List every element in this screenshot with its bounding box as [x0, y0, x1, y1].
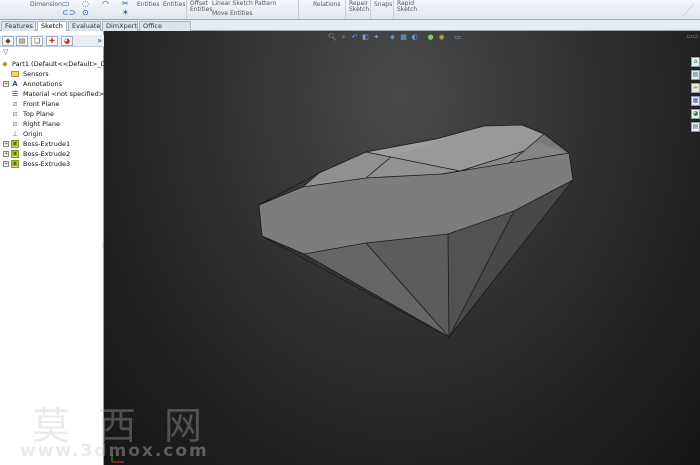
tree-item-origin[interactable]: ⊥ Origin [0, 129, 104, 139]
tree-item-label: Annotations [23, 80, 63, 88]
polygon-icon[interactable]: ⊙ [82, 9, 89, 17]
ribbon-corner-logo-icon: ⟋ [682, 1, 694, 20]
panel-toolbar: ◆ ▤ ❏ ✚ ◕ » [0, 35, 104, 47]
displaymanager-tab-icon[interactable]: ◕ [61, 36, 73, 46]
tree-root-part[interactable]: ◆ Part1 (Default<<Default>_Disp [0, 59, 104, 69]
dimxpertmanager-tab-icon[interactable]: ✚ [46, 36, 58, 46]
watermark-url: www.3dmox.com [20, 441, 209, 461]
configurationmanager-tab-icon[interactable]: ❏ [31, 36, 43, 46]
plane-icon: ⧄ [12, 110, 18, 118]
tree-item-boss-extrude2[interactable]: + ▣ Boss-Extrude2 [0, 149, 104, 159]
boss-extrude-icon: ▣ [11, 160, 19, 168]
sensors-folder-icon [11, 71, 19, 77]
slot-icon[interactable]: ⊂⊃ [62, 9, 75, 17]
rapid-sketch-label-2[interactable]: Sketch [397, 6, 417, 13]
tree-item-label: Top Plane [23, 110, 54, 118]
tree-item-annotations[interactable]: + A Annotations [0, 79, 104, 89]
ribbon-separator [345, 0, 346, 19]
featuremanager-tab-icon[interactable]: ◆ [2, 36, 14, 46]
command-manager-ribbon: ▭ ◌ ◠ ✂ Dimension ⊂⊃ ⊙ ✶ Entities Entiti… [0, 0, 700, 20]
linear-sketch-pattern-button[interactable]: Linear Sketch Pattern [212, 0, 276, 7]
solidworks-window: ▭ ◌ ◠ ✂ Dimension ⊂⊃ ⊙ ✶ Entities Entiti… [0, 0, 700, 465]
quick-snaps-button[interactable]: Snaps [374, 1, 392, 8]
tree-item-label: Right Plane [23, 120, 61, 128]
tree-item-label: Sensors [23, 70, 49, 78]
plane-icon: ⧄ [12, 120, 18, 128]
tree-item-label: Front Plane [23, 100, 60, 108]
feature-tree: ◆ Part1 (Default<<Default>_Disp Sensors … [0, 59, 104, 169]
tree-filter-row: ▽ [0, 49, 104, 57]
offset-entities-label-2[interactable]: Entities [190, 6, 212, 13]
expand-toggle-icon[interactable]: + [3, 151, 9, 157]
part-icon: ◆ [2, 60, 8, 68]
tree-item-label: Boss-Extrude3 [23, 160, 71, 168]
circle-tool-icon[interactable]: ◌ [82, 0, 89, 8]
expand-toggle-icon[interactable]: + [3, 161, 9, 167]
tree-item-front-plane[interactable]: ⧄ Front Plane [0, 99, 104, 109]
trim-tool-icon[interactable]: ✂ [122, 0, 129, 8]
expand-toggle-icon[interactable]: + [3, 141, 9, 147]
expand-toggle-icon[interactable]: + [3, 81, 9, 87]
tab-office-products[interactable]: Office Products [139, 21, 191, 39]
panel-expand-icon[interactable]: » [97, 36, 102, 45]
tree-item-label: Origin [23, 130, 43, 138]
filter-icon[interactable]: ▽ [3, 49, 8, 56]
boss-extrude-icon: ▣ [11, 150, 19, 158]
command-manager-tabs: Features Sketch Evaluate DimXpert Office… [0, 20, 700, 39]
tree-item-boss-extrude1[interactable]: + ▣ Boss-Extrude1 [0, 139, 104, 149]
tab-evaluate[interactable]: Evaluate [68, 21, 101, 31]
tab-features[interactable]: Features [1, 21, 36, 31]
boss-extrude-icon: ▣ [11, 140, 19, 148]
trim-entities-button[interactable]: Entities [163, 1, 185, 8]
origin-icon: ⊥ [11, 130, 19, 138]
tab-dimxpert[interactable]: DimXpert [102, 21, 138, 31]
convert-entities-button[interactable]: Entities [137, 1, 159, 8]
move-entities-button[interactable]: Move Entities [212, 10, 252, 17]
tree-root-label: Part1 (Default<<Default>_Disp [12, 60, 104, 68]
display-relations-button[interactable]: Relations [313, 1, 341, 8]
material-icon: ☰ [11, 90, 19, 98]
point-icon[interactable]: ✶ [122, 9, 129, 17]
ribbon-separator [186, 0, 187, 19]
tab-sketch[interactable]: Sketch [37, 21, 67, 31]
tree-item-material[interactable]: ☰ Material <not specified> [0, 89, 104, 99]
tree-item-right-plane[interactable]: ⧄ Right Plane [0, 119, 104, 129]
annotations-icon: A [12, 80, 18, 88]
ribbon-separator [393, 0, 394, 19]
tree-item-label: Material <not specified> [23, 90, 104, 98]
smart-dimension-button[interactable]: Dimension [30, 1, 62, 8]
tree-item-sensors[interactable]: Sensors [0, 69, 104, 79]
tree-item-top-plane[interactable]: ⧄ Top Plane [0, 109, 104, 119]
repair-sketch-label-2[interactable]: Sketch [349, 6, 369, 13]
tree-item-label: Boss-Extrude1 [23, 140, 71, 148]
propertymanager-tab-icon[interactable]: ▤ [16, 36, 28, 46]
rectangle-icon[interactable]: ▭ [62, 0, 70, 8]
ribbon-separator [298, 0, 299, 19]
arc-tool-icon[interactable]: ◠ [102, 0, 109, 8]
ribbon-separator [370, 0, 371, 19]
tree-item-boss-extrude3[interactable]: + ▣ Boss-Extrude3 [0, 159, 104, 169]
plane-icon: ⧄ [12, 100, 18, 108]
tree-item-label: Boss-Extrude2 [23, 150, 71, 158]
